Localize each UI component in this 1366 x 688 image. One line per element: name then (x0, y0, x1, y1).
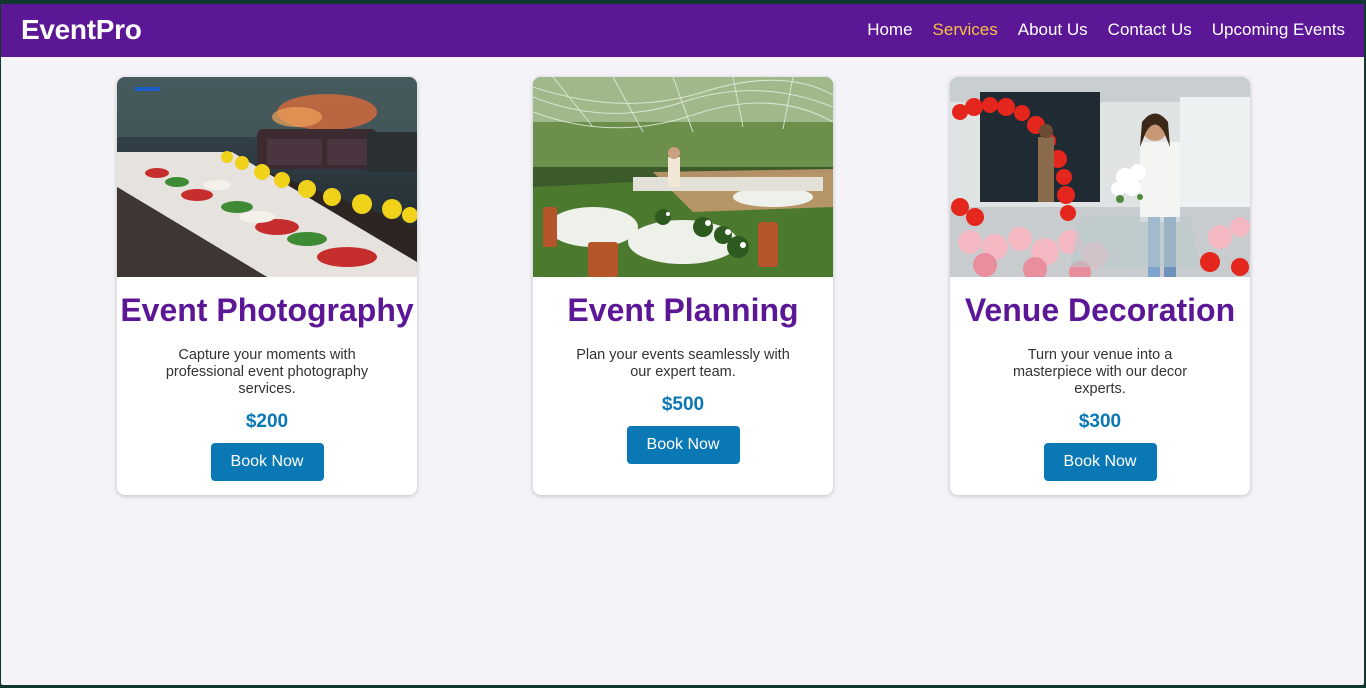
service-card-photography: Event Photography Capture your moments w… (117, 77, 417, 495)
navbar: EventPro Home Services About Us Contact … (1, 4, 1364, 57)
balloon-decoration-photo (950, 77, 1250, 277)
nav-services-link[interactable]: Services (933, 20, 998, 40)
book-now-button[interactable]: Book Now (1043, 443, 1157, 481)
service-price: $500 (661, 394, 705, 415)
book-now-button[interactable]: Book Now (626, 426, 740, 464)
service-card-decoration: Venue Decoration Turn your venue into a … (950, 77, 1250, 495)
garden-reception-photo (533, 77, 833, 277)
service-description: Turn your venue into a masterpiece with … (1012, 347, 1188, 397)
nav-links: Home Services About Us Contact Us Upcomi… (867, 20, 1345, 40)
service-card-planning: Event Planning Plan your events seamless… (533, 77, 833, 495)
catering-buffet-photo (117, 77, 417, 277)
service-title: Event Planning (567, 292, 799, 328)
service-price: $300 (1078, 411, 1122, 432)
service-title: Event Photography (120, 292, 414, 328)
nav-upcoming-events-link[interactable]: Upcoming Events (1212, 20, 1345, 40)
nav-home-link[interactable]: Home (867, 20, 912, 40)
page-frame: EventPro Home Services About Us Contact … (1, 4, 1364, 685)
service-description: Plan your events seamlessly with our exp… (576, 347, 790, 380)
service-description: Capture your moments with professional e… (165, 347, 369, 397)
nav-about-link[interactable]: About Us (1018, 20, 1088, 40)
service-price: $200 (245, 411, 289, 432)
book-now-button[interactable]: Book Now (210, 443, 324, 481)
nav-contact-link[interactable]: Contact Us (1108, 20, 1192, 40)
service-title: Venue Decoration (964, 292, 1236, 328)
brand-logo[interactable]: EventPro (21, 13, 142, 47)
